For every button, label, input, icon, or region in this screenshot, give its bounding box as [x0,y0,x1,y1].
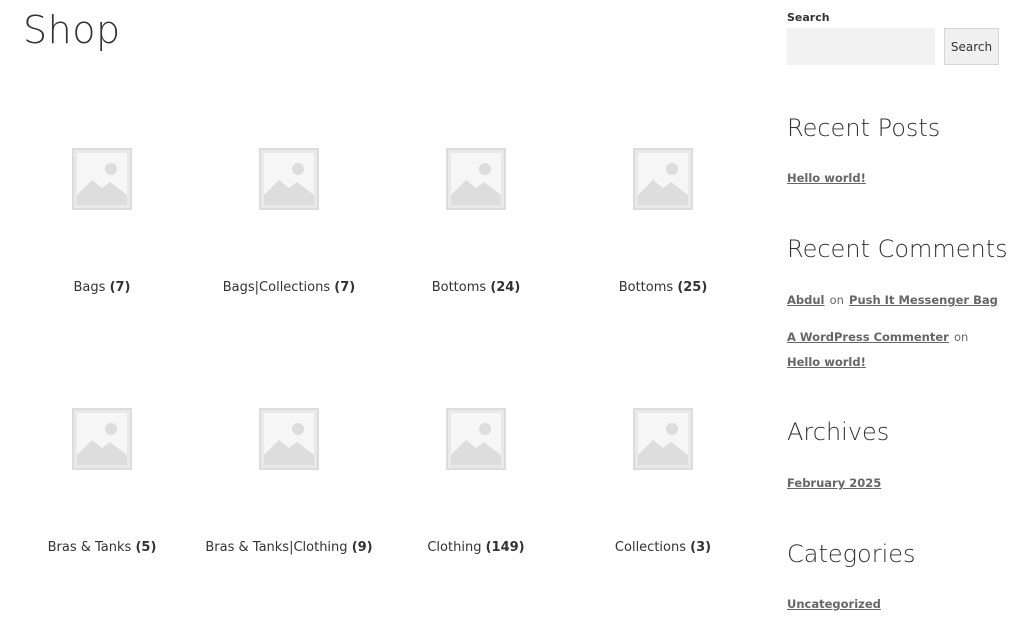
category-name: Bras & Tanks [47,540,132,555]
category-card[interactable]: Collections (3) [573,408,753,555]
category-title: Bags (7) [12,280,192,295]
category-title: Bags|Collections (7) [199,280,379,295]
category-count: (25) [677,280,708,295]
image-placeholder-icon [72,148,132,210]
comment-on-text: on [829,293,844,307]
category-title: Bottoms (25) [573,280,753,295]
categories-title: Categories [787,540,916,568]
category-count: (149) [485,540,525,555]
recent-posts-title: Recent Posts [787,114,941,142]
category-count: (5) [135,540,157,555]
category-name: Bottoms [618,280,674,295]
recent-post-link[interactable]: Hello world! [787,171,866,185]
search-input[interactable] [787,28,935,65]
comment-post-link[interactable]: Push It Messenger Bag [849,293,998,307]
image-placeholder-icon [633,148,693,210]
page-title: Shop [23,8,121,52]
category-title: Clothing (149) [386,540,566,555]
category-card[interactable]: Bras & Tanks|Clothing (9) [199,408,379,555]
category-card[interactable]: Clothing (149) [386,408,566,555]
archives-list: February 2025 [787,470,1002,495]
archives-title: Archives [787,418,890,446]
category-name: Clothing [427,540,482,555]
category-name: Bottoms [431,280,487,295]
category-card[interactable]: Bottoms (25) [573,148,753,295]
category-count: (9) [351,540,373,555]
recent-comment-item: A WordPress Commenter on Hello world! [787,324,1002,374]
category-title: Bottoms (24) [386,280,566,295]
category-name: Collections [614,540,686,555]
image-placeholder-icon [446,408,506,470]
category-card[interactable]: Bottoms (24) [386,148,566,295]
image-placeholder-icon [259,408,319,470]
category-count: (24) [490,280,521,295]
category-title: Collections (3) [573,540,753,555]
image-placeholder-icon [72,408,132,470]
category-name: Bags|Collections [222,280,331,295]
category-card[interactable]: Bags|Collections (7) [199,148,379,295]
category-title: Bras & Tanks (5) [12,540,192,555]
category-title: Bras & Tanks|Clothing (9) [199,540,379,555]
recent-posts-list: Hello world! [787,165,1002,190]
recent-comments-title: Recent Comments [787,235,1008,263]
category-count: (7) [334,280,356,295]
category-name: Bags [73,280,106,295]
comment-on-text: on [953,330,969,344]
category-card[interactable]: Bras & Tanks (5) [12,408,192,555]
categories-list: Uncategorized [787,591,1002,616]
category-count: (3) [690,540,712,555]
comment-author-link[interactable]: A WordPress Commenter [787,330,949,344]
category-count: (7) [109,280,131,295]
shop-page: Shop Bags (7) Bags|Collections (7) Botto… [0,0,1024,640]
comment-post-link[interactable]: Hello world! [787,355,866,369]
image-placeholder-icon [259,148,319,210]
category-name: Bras & Tanks|Clothing [205,540,348,555]
category-card[interactable]: Bags (7) [12,148,192,295]
category-link[interactable]: Uncategorized [787,597,881,611]
image-placeholder-icon [633,408,693,470]
search-button[interactable]: Search [944,28,999,65]
image-placeholder-icon [446,148,506,210]
search-label: Search [787,11,830,24]
recent-comment-item: Abdul on Push It Messenger Bag [787,287,1002,312]
archive-link[interactable]: February 2025 [787,476,881,490]
comment-author-link[interactable]: Abdul [787,293,825,307]
